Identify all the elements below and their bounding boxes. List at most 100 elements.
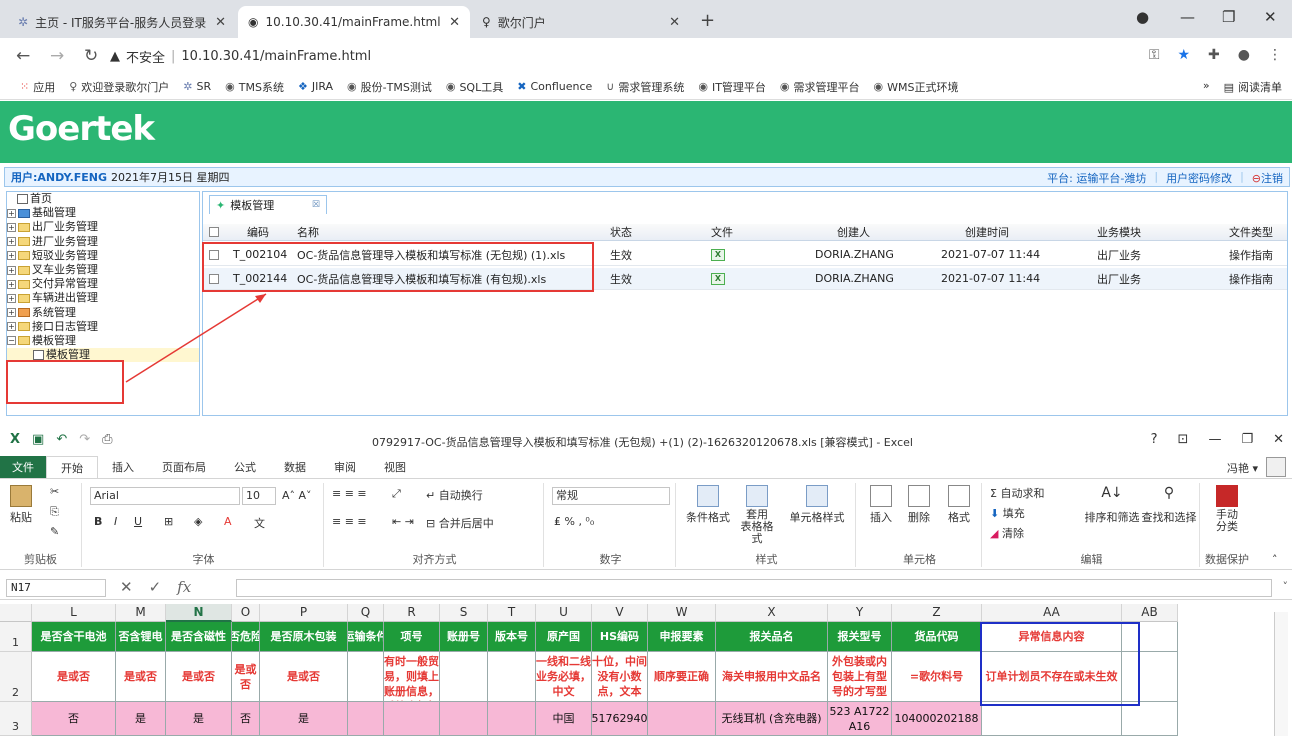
formula-input[interactable] — [236, 579, 1272, 597]
cell-x2[interactable]: 海关申报用中文品名 — [716, 652, 828, 702]
cell-y3[interactable]: 523 A1722 A16 — [828, 702, 892, 736]
cell-r2[interactable]: 部分料号有附用账册，有时一般贸易，则填上账册信息，系统会根据库存组 — [384, 652, 440, 702]
column-header-ab[interactable]: AB — [1122, 604, 1178, 622]
cell-t2[interactable] — [488, 652, 536, 702]
tab-page-layout[interactable]: 页面布局 — [148, 459, 220, 475]
cell-o2[interactable]: 是或否 — [232, 652, 260, 702]
column-header-n[interactable]: N — [166, 604, 232, 622]
grow-font-icon[interactable]: A˄ A˅ — [282, 489, 312, 502]
cancel-icon[interactable]: ✕ — [120, 578, 133, 596]
cell-w1[interactable]: 申报要素 — [648, 622, 716, 652]
cell-w3[interactable] — [648, 702, 716, 736]
cell-y1[interactable]: 报关型号 — [828, 622, 892, 652]
cell-z3[interactable]: 104000202188 — [892, 702, 982, 736]
row-header-1[interactable]: 1 — [0, 622, 32, 652]
excel-user[interactable]: 冯艳 ▾ — [1227, 460, 1258, 476]
cut-icon[interactable]: ✂ — [50, 485, 59, 498]
collapse-ribbon-icon[interactable]: ˄ — [1272, 553, 1278, 566]
orientation-icon[interactable]: ⤢ — [392, 487, 401, 501]
cell-w2[interactable]: 顺序要正确 — [648, 652, 716, 702]
format-cells-button[interactable]: 格式 — [942, 485, 976, 525]
find-select-button[interactable]: ⚲ 查找和选择 — [1140, 485, 1198, 525]
cell-s3[interactable] — [440, 702, 488, 736]
font-color-icon[interactable]: A — [224, 515, 232, 528]
currency-icon[interactable]: ₤ % , ⁰₀ — [554, 515, 594, 528]
cell-p2[interactable]: 是或否 — [260, 652, 348, 702]
column-header-z[interactable]: Z — [892, 604, 982, 622]
tab-review[interactable]: 审阅 — [320, 459, 370, 475]
column-header-s[interactable]: S — [440, 604, 488, 622]
cell-r1[interactable]: 项号 — [384, 622, 440, 652]
indent-icon[interactable]: ⇤ ⇥ — [392, 515, 414, 528]
align-top-icon[interactable]: ≡ ≡ ≡ — [332, 487, 367, 500]
cell-m1[interactable]: 否含锂电 — [116, 622, 166, 652]
cell-x1[interactable]: 报关品名 — [716, 622, 828, 652]
function-icon[interactable]: fx — [177, 578, 191, 596]
number-format-select[interactable]: 常规 — [552, 487, 670, 505]
tab-file[interactable]: 文件 — [0, 456, 46, 478]
phonetic-icon[interactable]: 文 — [254, 515, 265, 531]
help-icon[interactable]: ? — [1151, 432, 1158, 447]
avatar[interactable] — [1266, 457, 1286, 477]
tab-home[interactable]: 开始 — [46, 456, 98, 478]
bold-icon[interactable]: B — [94, 515, 102, 528]
wrap-text-button[interactable]: ↵ 自动换行 — [426, 487, 483, 503]
sort-filter-button[interactable]: A↓ 排序和筛选 — [1084, 485, 1140, 525]
cell-s1[interactable]: 账册号 — [440, 622, 488, 652]
column-header-q[interactable]: Q — [348, 604, 384, 622]
print-preview-icon[interactable]: ⎙ — [102, 432, 112, 447]
font-size-select[interactable]: 10 — [242, 487, 276, 505]
column-header-w[interactable]: W — [648, 604, 716, 622]
cell-o1[interactable]: 否危险 — [232, 622, 260, 652]
tab-insert[interactable]: 插入 — [98, 459, 148, 475]
column-header-u[interactable]: U — [536, 604, 592, 622]
cell-u2[interactable]: 一线和二线业务必填，中文 — [536, 652, 592, 702]
border-icon[interactable]: ⊞ — [164, 515, 173, 528]
delete-cells-button[interactable]: 删除 — [902, 485, 936, 525]
cell-t3[interactable] — [488, 702, 536, 736]
cell-q1[interactable]: 运输条件 — [348, 622, 384, 652]
close-window-icon[interactable]: ✕ — [1273, 432, 1284, 447]
cell-n3[interactable]: 是 — [166, 702, 232, 736]
cell-x3[interactable]: 无线耳机 (含充电器) — [716, 702, 828, 736]
cell-t1[interactable]: 版本号 — [488, 622, 536, 652]
column-header-aa[interactable]: AA — [982, 604, 1122, 622]
redo-icon[interactable]: ↷ — [79, 432, 90, 447]
fill-color-icon[interactable]: ◈ — [194, 515, 202, 528]
restore-icon[interactable]: ❐ — [1241, 432, 1253, 447]
cell-m3[interactable]: 是 — [116, 702, 166, 736]
insert-cells-button[interactable]: 插入 — [864, 485, 898, 525]
tab-data[interactable]: 数据 — [270, 459, 320, 475]
cell-s2[interactable] — [440, 652, 488, 702]
cell-styles-button[interactable]: 单元格样式 — [782, 485, 852, 525]
cell-v3[interactable]: 8517629400 — [592, 702, 648, 736]
cell-q3[interactable] — [348, 702, 384, 736]
column-header-v[interactable]: V — [592, 604, 648, 622]
cell-u1[interactable]: 原产国 — [536, 622, 592, 652]
cell-aa3[interactable] — [982, 702, 1122, 736]
merge-center-button[interactable]: ⊟ 合并后居中 — [426, 515, 494, 531]
column-header-m[interactable]: M — [116, 604, 166, 622]
cell-z1[interactable]: 货品代码 — [892, 622, 982, 652]
format-as-table-button[interactable]: 套用 表格格式 — [736, 485, 778, 545]
cell-o3[interactable]: 否 — [232, 702, 260, 736]
column-header-y[interactable]: Y — [828, 604, 892, 622]
minimize-icon[interactable]: — — [1208, 432, 1221, 447]
undo-icon[interactable]: ↶ — [56, 432, 67, 447]
cell-q2[interactable] — [348, 652, 384, 702]
cell-p1[interactable]: 是否原木包装 — [260, 622, 348, 652]
italic-icon[interactable]: I — [114, 515, 117, 528]
column-header-p[interactable]: P — [260, 604, 348, 622]
cell-n2[interactable]: 是或否 — [166, 652, 232, 702]
clear-button[interactable]: ◢ 清除 — [990, 525, 1024, 541]
align-left-icon[interactable]: ≡ ≡ ≡ — [332, 515, 367, 528]
underline-icon[interactable]: U — [134, 515, 142, 528]
cell-z2[interactable]: =歌尔料号 — [892, 652, 982, 702]
cell-v1[interactable]: HS编码 — [592, 622, 648, 652]
fill-button[interactable]: ⬇ 填充 — [990, 505, 1025, 521]
cell-r3[interactable] — [384, 702, 440, 736]
paste-button[interactable]: 粘贴 — [10, 485, 32, 525]
cell-ab3[interactable] — [1122, 702, 1178, 736]
font-name-select[interactable]: Arial — [90, 487, 240, 505]
cell-u3[interactable]: 中国 — [536, 702, 592, 736]
